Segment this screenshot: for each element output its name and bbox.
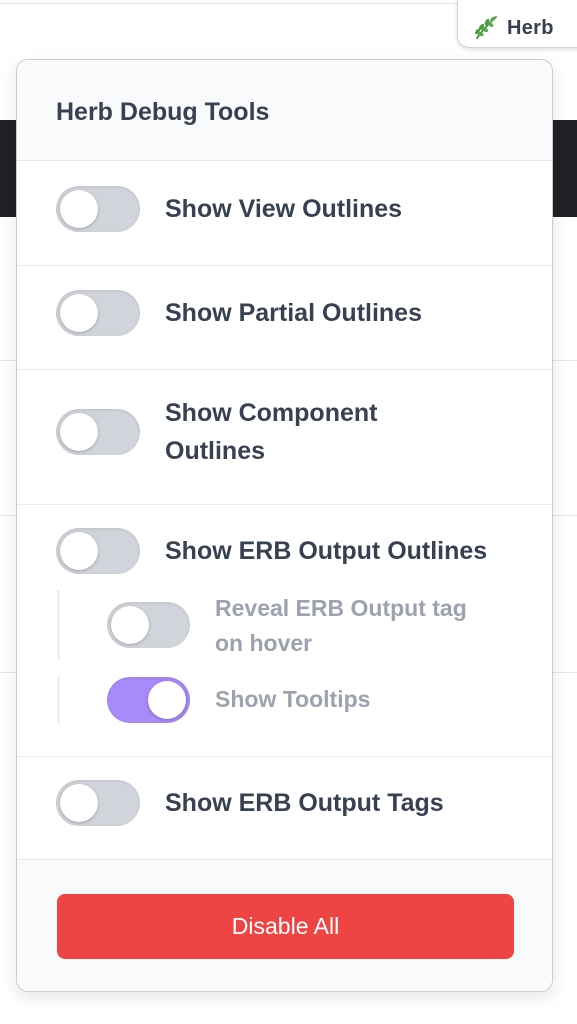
component-outlines-label[interactable]: Show Component Outlines	[165, 394, 377, 470]
option-separator	[17, 265, 552, 266]
erb-output-outlines-label[interactable]: Show ERB Output Outlines	[165, 532, 487, 570]
sub-option-indent-line	[57, 590, 60, 660]
view-outlines-label[interactable]: Show View Outlines	[165, 190, 402, 228]
reveal-erb-tag-label-line2: on hover	[215, 630, 313, 656]
partial-outlines-label[interactable]: Show Partial Outlines	[165, 294, 422, 332]
component-outlines-toggle[interactable]	[56, 409, 140, 455]
erb-output-tags-label[interactable]: Show ERB Output Tags	[165, 784, 444, 822]
toggle-knob	[60, 532, 98, 570]
panel-title: Herb Debug Tools	[56, 98, 270, 126]
toggle-knob	[111, 606, 149, 644]
toggle-knob	[148, 681, 186, 719]
partial-outlines-toggle[interactable]	[56, 290, 140, 336]
erb-output-tags-toggle[interactable]	[56, 780, 140, 826]
panel-footer: Disable All	[17, 859, 552, 991]
toggle-knob	[60, 784, 98, 822]
component-outlines-label-line1: Show Component	[165, 399, 378, 427]
toggle-knob	[60, 413, 98, 451]
reveal-erb-tag-label-line1: Reveal ERB Output tag	[215, 595, 467, 621]
disable-all-button[interactable]: Disable All	[57, 894, 514, 959]
herb-badge-label: Herb	[507, 17, 554, 39]
option-separator	[17, 756, 552, 757]
show-tooltips-label[interactable]: Show Tooltips	[215, 682, 370, 717]
show-tooltips-toggle[interactable]	[107, 677, 190, 723]
panel-header: Herb Debug Tools	[17, 60, 552, 161]
herb-leaf-icon	[475, 16, 497, 39]
reveal-erb-tag-on-hover-label[interactable]: Reveal ERB Output tag on hover	[215, 591, 467, 661]
component-outlines-label-line2: Outlines	[165, 437, 266, 465]
option-separator	[17, 369, 552, 370]
sub-option-indent-line	[57, 677, 60, 723]
toggle-knob	[60, 190, 98, 228]
option-separator	[17, 504, 552, 505]
reveal-erb-tag-on-hover-toggle[interactable]	[107, 602, 190, 648]
page-top-border	[0, 3, 460, 4]
erb-output-outlines-toggle[interactable]	[56, 528, 140, 574]
toggle-knob	[60, 294, 98, 332]
herb-debug-panel: Herb Debug Tools Show View Outlines Show…	[16, 59, 553, 992]
herb-toolbar-button[interactable]: Herb	[457, 0, 577, 48]
view-outlines-toggle[interactable]	[56, 186, 140, 232]
